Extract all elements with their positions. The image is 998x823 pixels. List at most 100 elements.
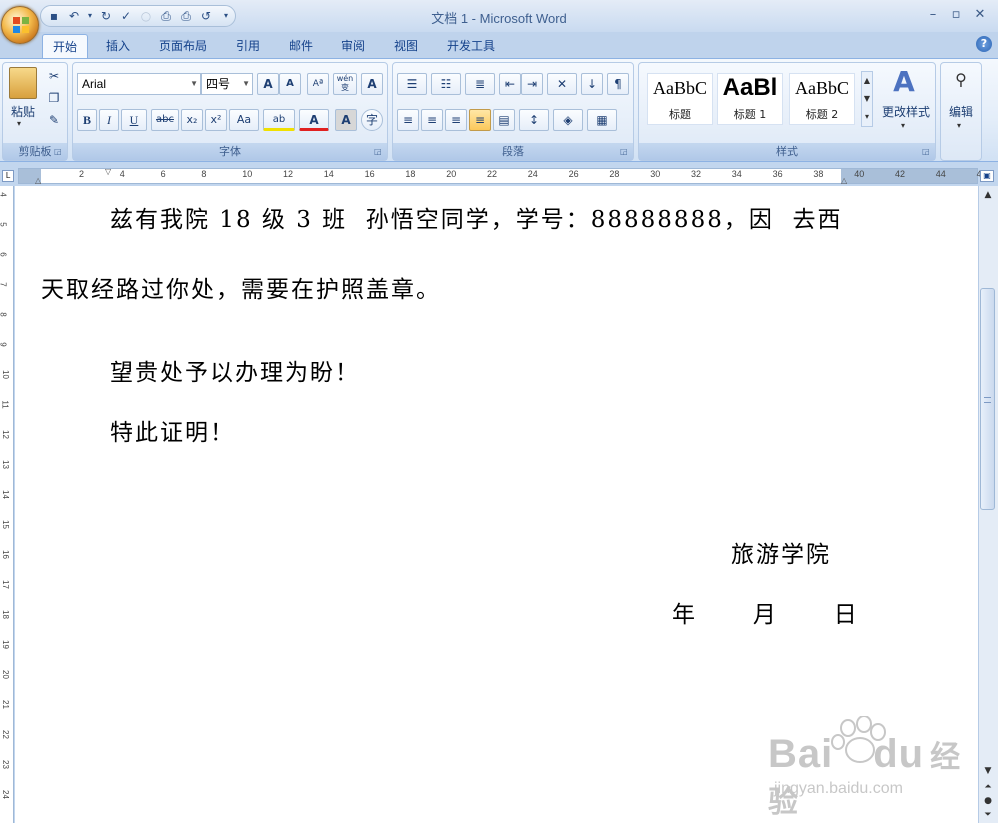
vruler-tick-label: 7	[0, 282, 8, 286]
sort-icon[interactable]: ↓	[581, 73, 603, 95]
paragraph-group: ☰ ☷ ≣ ⇤ ⇥ ✕ ↓ ¶ ≡ ≡ ≡ ≡ ▤ ↕ ◈ ▦ 段落 ◲	[392, 62, 634, 161]
show-marks-icon[interactable]: ¶	[607, 73, 629, 95]
clear-format-icon[interactable]: Aª	[307, 73, 329, 95]
styles-launcher-icon[interactable]: ◲	[922, 147, 932, 157]
style-item-heading[interactable]: AaBbC 标题	[647, 73, 713, 125]
copy-icon[interactable]: ❐	[43, 87, 65, 109]
italic-button[interactable]: I	[99, 109, 119, 131]
tab-page-layout[interactable]: 页面布局	[150, 34, 216, 58]
subscript-label: x₂	[186, 113, 198, 126]
styles-group-label: 样式	[639, 143, 935, 160]
chinese-layout-icon[interactable]: ✕	[547, 73, 577, 95]
strikethrough-button[interactable]: abc	[151, 109, 179, 131]
change-styles-label[interactable]: 更改样式	[877, 103, 935, 120]
editing-label[interactable]: 编辑	[941, 103, 981, 120]
doc-signature-org[interactable]: 旅游学院	[731, 535, 831, 569]
vruler-tick-label: 15	[0, 520, 10, 529]
enclose-char-button[interactable]: 字	[361, 109, 383, 131]
shading-icon[interactable]: ◈	[553, 109, 583, 131]
minimize-icon[interactable]: –	[922, 6, 944, 24]
clipboard-launcher-icon[interactable]: ◲	[54, 147, 64, 157]
align-left-icon[interactable]: ≡	[397, 109, 419, 131]
doc-line-3[interactable]: 望贵处予以办理为盼！	[110, 353, 360, 387]
scroll-up-icon[interactable]: ▲	[980, 188, 996, 202]
ruler-tick-label: 10	[242, 169, 253, 179]
align-right-icon[interactable]: ≡	[445, 109, 467, 131]
tab-developer[interactable]: 开发工具	[438, 34, 504, 58]
vertical-ruler[interactable]: 4 5 6 7 8 9 10 11 12 13 14 15 16 17 18 19 20 21 22 23 24	[0, 186, 14, 823]
font-name-dropdown-icon[interactable]: ▼	[190, 74, 198, 94]
clipboard-group: 粘贴 ▾ ✂ ❐ ✎ 剪贴板 ◲	[2, 62, 68, 161]
ruler-tick-label: 18	[405, 169, 416, 179]
tab-review[interactable]: 审阅	[331, 34, 375, 58]
scrollbar-thumb[interactable]	[980, 288, 995, 510]
tab-references[interactable]: 引用	[226, 34, 270, 58]
close-icon[interactable]: ✕	[969, 6, 991, 24]
ruler-tick-label: 38	[813, 169, 824, 179]
style-name: 标题	[669, 108, 691, 121]
editing-dropdown-icon[interactable]: ▾	[957, 121, 961, 130]
distributed-icon[interactable]: ▤	[493, 109, 515, 131]
font-name-value: Arial	[82, 77, 107, 91]
grow-font-button[interactable]: A	[257, 73, 279, 95]
cut-icon[interactable]: ✂	[43, 65, 65, 87]
superscript-button[interactable]: x²	[205, 109, 227, 131]
align-center-icon[interactable]: ≡	[421, 109, 443, 131]
office-button[interactable]	[1, 6, 39, 44]
tab-view[interactable]: 视图	[384, 34, 428, 58]
shrink-font-button[interactable]: A	[279, 73, 301, 95]
paste-dropdown-icon[interactable]: ▾	[17, 119, 21, 128]
phonetic-guide-button[interactable]: wén 变	[333, 73, 357, 95]
paste-label[interactable]: 粘贴	[7, 103, 39, 120]
borders-icon[interactable]: ▦	[587, 109, 617, 131]
paragraph-launcher-icon[interactable]: ◲	[620, 147, 630, 157]
tab-mailings[interactable]: 邮件	[279, 34, 323, 58]
tab-home[interactable]: 开始	[42, 34, 88, 58]
decrease-indent-icon[interactable]: ⇤	[499, 73, 521, 95]
style-item-heading-1[interactable]: AaBl 标题 1	[717, 73, 783, 125]
underline-button[interactable]: U	[121, 109, 147, 131]
change-styles-icon[interactable]: A	[889, 67, 919, 97]
binoculars-icon[interactable]: ⚲	[947, 67, 975, 93]
bold-button[interactable]: B	[77, 109, 97, 131]
view-ruler-icon[interactable]: ▣	[980, 170, 994, 182]
ruler-tick-label: 24	[527, 169, 538, 179]
vruler-tick-label: 8	[0, 312, 8, 316]
subscript-button[interactable]: x₂	[181, 109, 203, 131]
line-spacing-icon[interactable]: ↕	[519, 109, 549, 131]
maximize-icon[interactable]: ▫	[945, 6, 967, 24]
help-icon[interactable]: ?	[976, 36, 992, 52]
format-painter-icon[interactable]: ✎	[43, 109, 65, 131]
hanging-indent-marker[interactable]: △	[35, 176, 41, 185]
justify-icon[interactable]: ≡	[469, 109, 491, 131]
char-shading-button[interactable]: A	[335, 109, 357, 131]
char-border-button[interactable]: A	[361, 73, 383, 95]
font-size-combo[interactable]: 四号 ▼	[201, 73, 253, 95]
change-case-button[interactable]: Aa	[229, 109, 259, 131]
increase-indent-icon[interactable]: ⇥	[521, 73, 543, 95]
font-name-combo[interactable]: Arial ▼	[77, 73, 201, 95]
styles-scroll-icon[interactable]: ▲ ▼ ▾	[861, 71, 873, 127]
font-size-dropdown-icon[interactable]: ▼	[242, 74, 250, 94]
change-styles-dropdown-icon[interactable]: ▾	[901, 121, 905, 130]
doc-signature-date[interactable]: 年 月 日	[672, 595, 859, 629]
tab-selector-icon[interactable]: L	[2, 170, 14, 182]
numbering-icon[interactable]: ☷	[431, 73, 461, 95]
paste-icon[interactable]	[9, 67, 37, 99]
ruler-tick-label: 36	[772, 169, 783, 179]
horizontal-ruler[interactable]: ▽ △ △ 2 4 6 8 10 12 14 16 18 20 22 24 26 28 30 32 34 36 38…	[18, 167, 987, 185]
style-item-heading-2[interactable]: AaBbC 标题 2	[789, 73, 855, 125]
highlight-button[interactable]: ab	[263, 109, 295, 131]
tab-insert[interactable]: 插入	[96, 34, 140, 58]
font-color-button[interactable]: A	[299, 109, 329, 131]
bullets-icon[interactable]: ☰	[397, 73, 427, 95]
font-launcher-icon[interactable]: ◲	[374, 147, 384, 157]
multilevel-list-icon[interactable]: ≣	[465, 73, 495, 95]
doc-line-1[interactable]: 兹有我院 18 级 3 班 孙悟空同学，学号：88888888，因 去西	[110, 200, 842, 234]
doc-line-2[interactable]: 天取经路过你处，需要在护照盖章。	[41, 270, 441, 304]
doc-line-4[interactable]: 特此证明！	[110, 413, 235, 447]
right-indent-marker[interactable]: △	[841, 176, 847, 185]
italic-label: I	[107, 113, 111, 127]
vruler-tick-label: 14	[0, 490, 10, 499]
first-line-indent-marker[interactable]: ▽	[105, 167, 111, 176]
